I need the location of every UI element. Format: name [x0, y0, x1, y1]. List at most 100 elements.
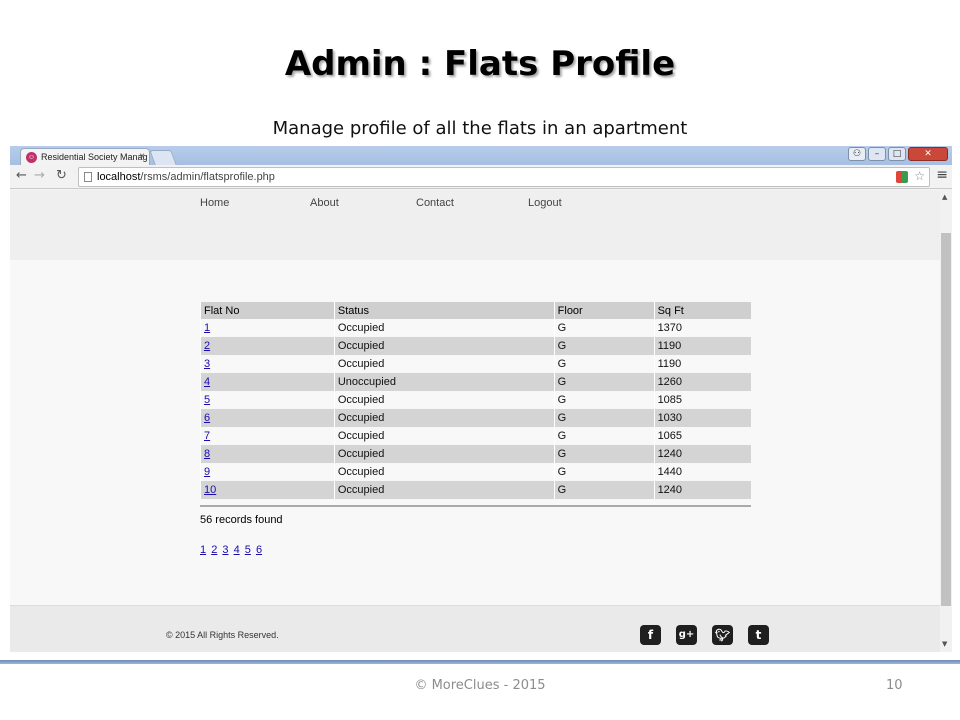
browser-toolbar: ← → ↻ localhost/rsms/admin/flatsprofile.…: [10, 165, 952, 189]
flat-link[interactable]: 10: [204, 484, 216, 496]
table-row: 3 Occupied G 1190: [200, 355, 751, 373]
table-row: 8 Occupied G 1240: [200, 445, 751, 463]
facebook-icon[interactable]: f: [640, 625, 661, 645]
scroll-thumb[interactable]: [941, 233, 951, 606]
floor-cell: G: [553, 319, 655, 337]
flat-link[interactable]: 2: [204, 340, 210, 352]
status-cell: Occupied: [333, 337, 555, 355]
sqft-cell: 1190: [653, 337, 751, 355]
floor-cell: G: [553, 409, 655, 427]
sqft-cell: 1440: [653, 463, 751, 481]
forward-arrow-icon[interactable]: →: [34, 168, 45, 183]
nav-logout[interactable]: Logout: [528, 197, 562, 209]
social-links: f g+ 🐦︎ t: [640, 625, 769, 645]
header-status: Status: [333, 302, 555, 319]
floor-cell: G: [553, 481, 655, 499]
floor-cell: G: [553, 463, 655, 481]
flat-link[interactable]: 3: [204, 358, 210, 370]
flat-link[interactable]: 4: [204, 376, 210, 388]
close-window-button[interactable]: ✕: [908, 147, 948, 161]
google-plus-icon[interactable]: g+: [676, 625, 697, 645]
site-footer: © 2015 All Rights Reserved. f g+ 🐦︎ t: [10, 605, 940, 652]
flat-link[interactable]: 5: [204, 394, 210, 406]
table-row: 7 Occupied G 1065: [200, 427, 751, 445]
status-cell: Occupied: [333, 409, 555, 427]
browser-tab[interactable]: ☺ Residential Society Manag ×: [20, 148, 150, 165]
maximize-button[interactable]: □: [888, 147, 906, 161]
floor-cell: G: [553, 355, 655, 373]
tab-title: Residential Society Manag: [41, 152, 148, 162]
sqft-cell: 1065: [653, 427, 751, 445]
browser-titlebar: ☺ Residential Society Manag × ⚇ – □ ✕: [10, 146, 952, 165]
records-count: 56 records found: [200, 514, 283, 526]
flat-link[interactable]: 1: [204, 322, 210, 334]
site-favicon-icon: ☺: [26, 152, 37, 163]
site-header: Home About Contact Logout: [10, 190, 940, 260]
slide-title: Admin : Flats Profile: [284, 44, 676, 84]
floor-cell: G: [553, 391, 655, 409]
scroll-up-arrow-icon[interactable]: ▲: [942, 193, 947, 201]
status-cell: Occupied: [333, 319, 555, 337]
floor-cell: G: [553, 337, 655, 355]
header-sq-ft: Sq Ft: [653, 302, 751, 319]
tab-close-icon[interactable]: ×: [139, 151, 145, 162]
page-link-1[interactable]: 1: [200, 544, 206, 556]
new-tab-button[interactable]: [149, 150, 177, 165]
nav-contact[interactable]: Contact: [416, 197, 454, 209]
slide-divider: [0, 660, 960, 664]
floor-cell: G: [553, 445, 655, 463]
flat-link[interactable]: 6: [204, 412, 210, 424]
flat-link[interactable]: 9: [204, 466, 210, 478]
reload-icon[interactable]: ↻: [56, 168, 67, 183]
copyright-text: © 2015 All Rights Reserved.: [166, 630, 279, 640]
slide-subtitle: Manage profile of all the flats in an ap…: [272, 118, 688, 139]
pagination: 1 2 3 4 5 6: [200, 544, 264, 556]
browser-window: ☺ Residential Society Manag × ⚇ – □ ✕ ← …: [10, 146, 952, 652]
page-link-3[interactable]: 3: [222, 544, 228, 556]
extension-icon[interactable]: [896, 171, 909, 183]
twitter-icon[interactable]: 🐦︎: [712, 625, 733, 645]
status-cell: Occupied: [333, 463, 555, 481]
scroll-down-arrow-icon[interactable]: ▼: [942, 640, 947, 648]
status-cell: Occupied: [333, 445, 555, 463]
page-link-4[interactable]: 4: [234, 544, 240, 556]
header-floor: Floor: [553, 302, 655, 319]
table-row: 9 Occupied G 1440: [200, 463, 751, 481]
table-divider: [200, 505, 751, 507]
address-bar[interactable]: localhost/rsms/admin/flatsprofile.php ☆: [78, 167, 930, 187]
bookmark-star-icon[interactable]: ☆: [914, 169, 925, 183]
page-scrollbar[interactable]: ▲ ▼: [940, 189, 952, 652]
status-cell: Occupied: [333, 391, 555, 409]
minimize-button[interactable]: –: [868, 147, 886, 161]
sqft-cell: 1370: [653, 319, 751, 337]
floor-cell: G: [553, 373, 655, 391]
browser-menu-icon[interactable]: ≡: [936, 167, 948, 183]
page-link-6[interactable]: 6: [256, 544, 262, 556]
nav-home[interactable]: Home: [200, 197, 229, 209]
flats-table: Flat No Status Floor Sq Ft 1 Occupied G …: [200, 302, 751, 499]
page-link-5[interactable]: 5: [245, 544, 251, 556]
url-path: /rsms/admin/flatsprofile.php: [140, 171, 275, 183]
sqft-cell: 1030: [653, 409, 751, 427]
floor-cell: G: [553, 427, 655, 445]
sqft-cell: 1190: [653, 355, 751, 373]
back-arrow-icon[interactable]: ←: [16, 168, 27, 183]
status-cell: Unoccupied: [333, 373, 555, 391]
table-header-row: Flat No Status Floor Sq Ft: [200, 302, 751, 319]
table-row: 4 Unoccupied G 1260: [200, 373, 751, 391]
sqft-cell: 1240: [653, 481, 751, 499]
status-cell: Occupied: [333, 355, 555, 373]
table-row: 6 Occupied G 1030: [200, 409, 751, 427]
slide-number: 10: [886, 678, 903, 693]
page-icon: [84, 172, 92, 182]
user-profile-icon[interactable]: ⚇: [848, 147, 866, 161]
nav-about[interactable]: About: [310, 197, 339, 209]
flat-link[interactable]: 8: [204, 448, 210, 460]
page-link-2[interactable]: 2: [211, 544, 217, 556]
flat-link[interactable]: 7: [204, 430, 210, 442]
sqft-cell: 1260: [653, 373, 751, 391]
window-controls: ⚇ – □ ✕: [848, 147, 948, 161]
tumblr-icon[interactable]: t: [748, 625, 769, 645]
header-flat-no: Flat No: [200, 302, 335, 319]
table-row: 5 Occupied G 1085: [200, 391, 751, 409]
